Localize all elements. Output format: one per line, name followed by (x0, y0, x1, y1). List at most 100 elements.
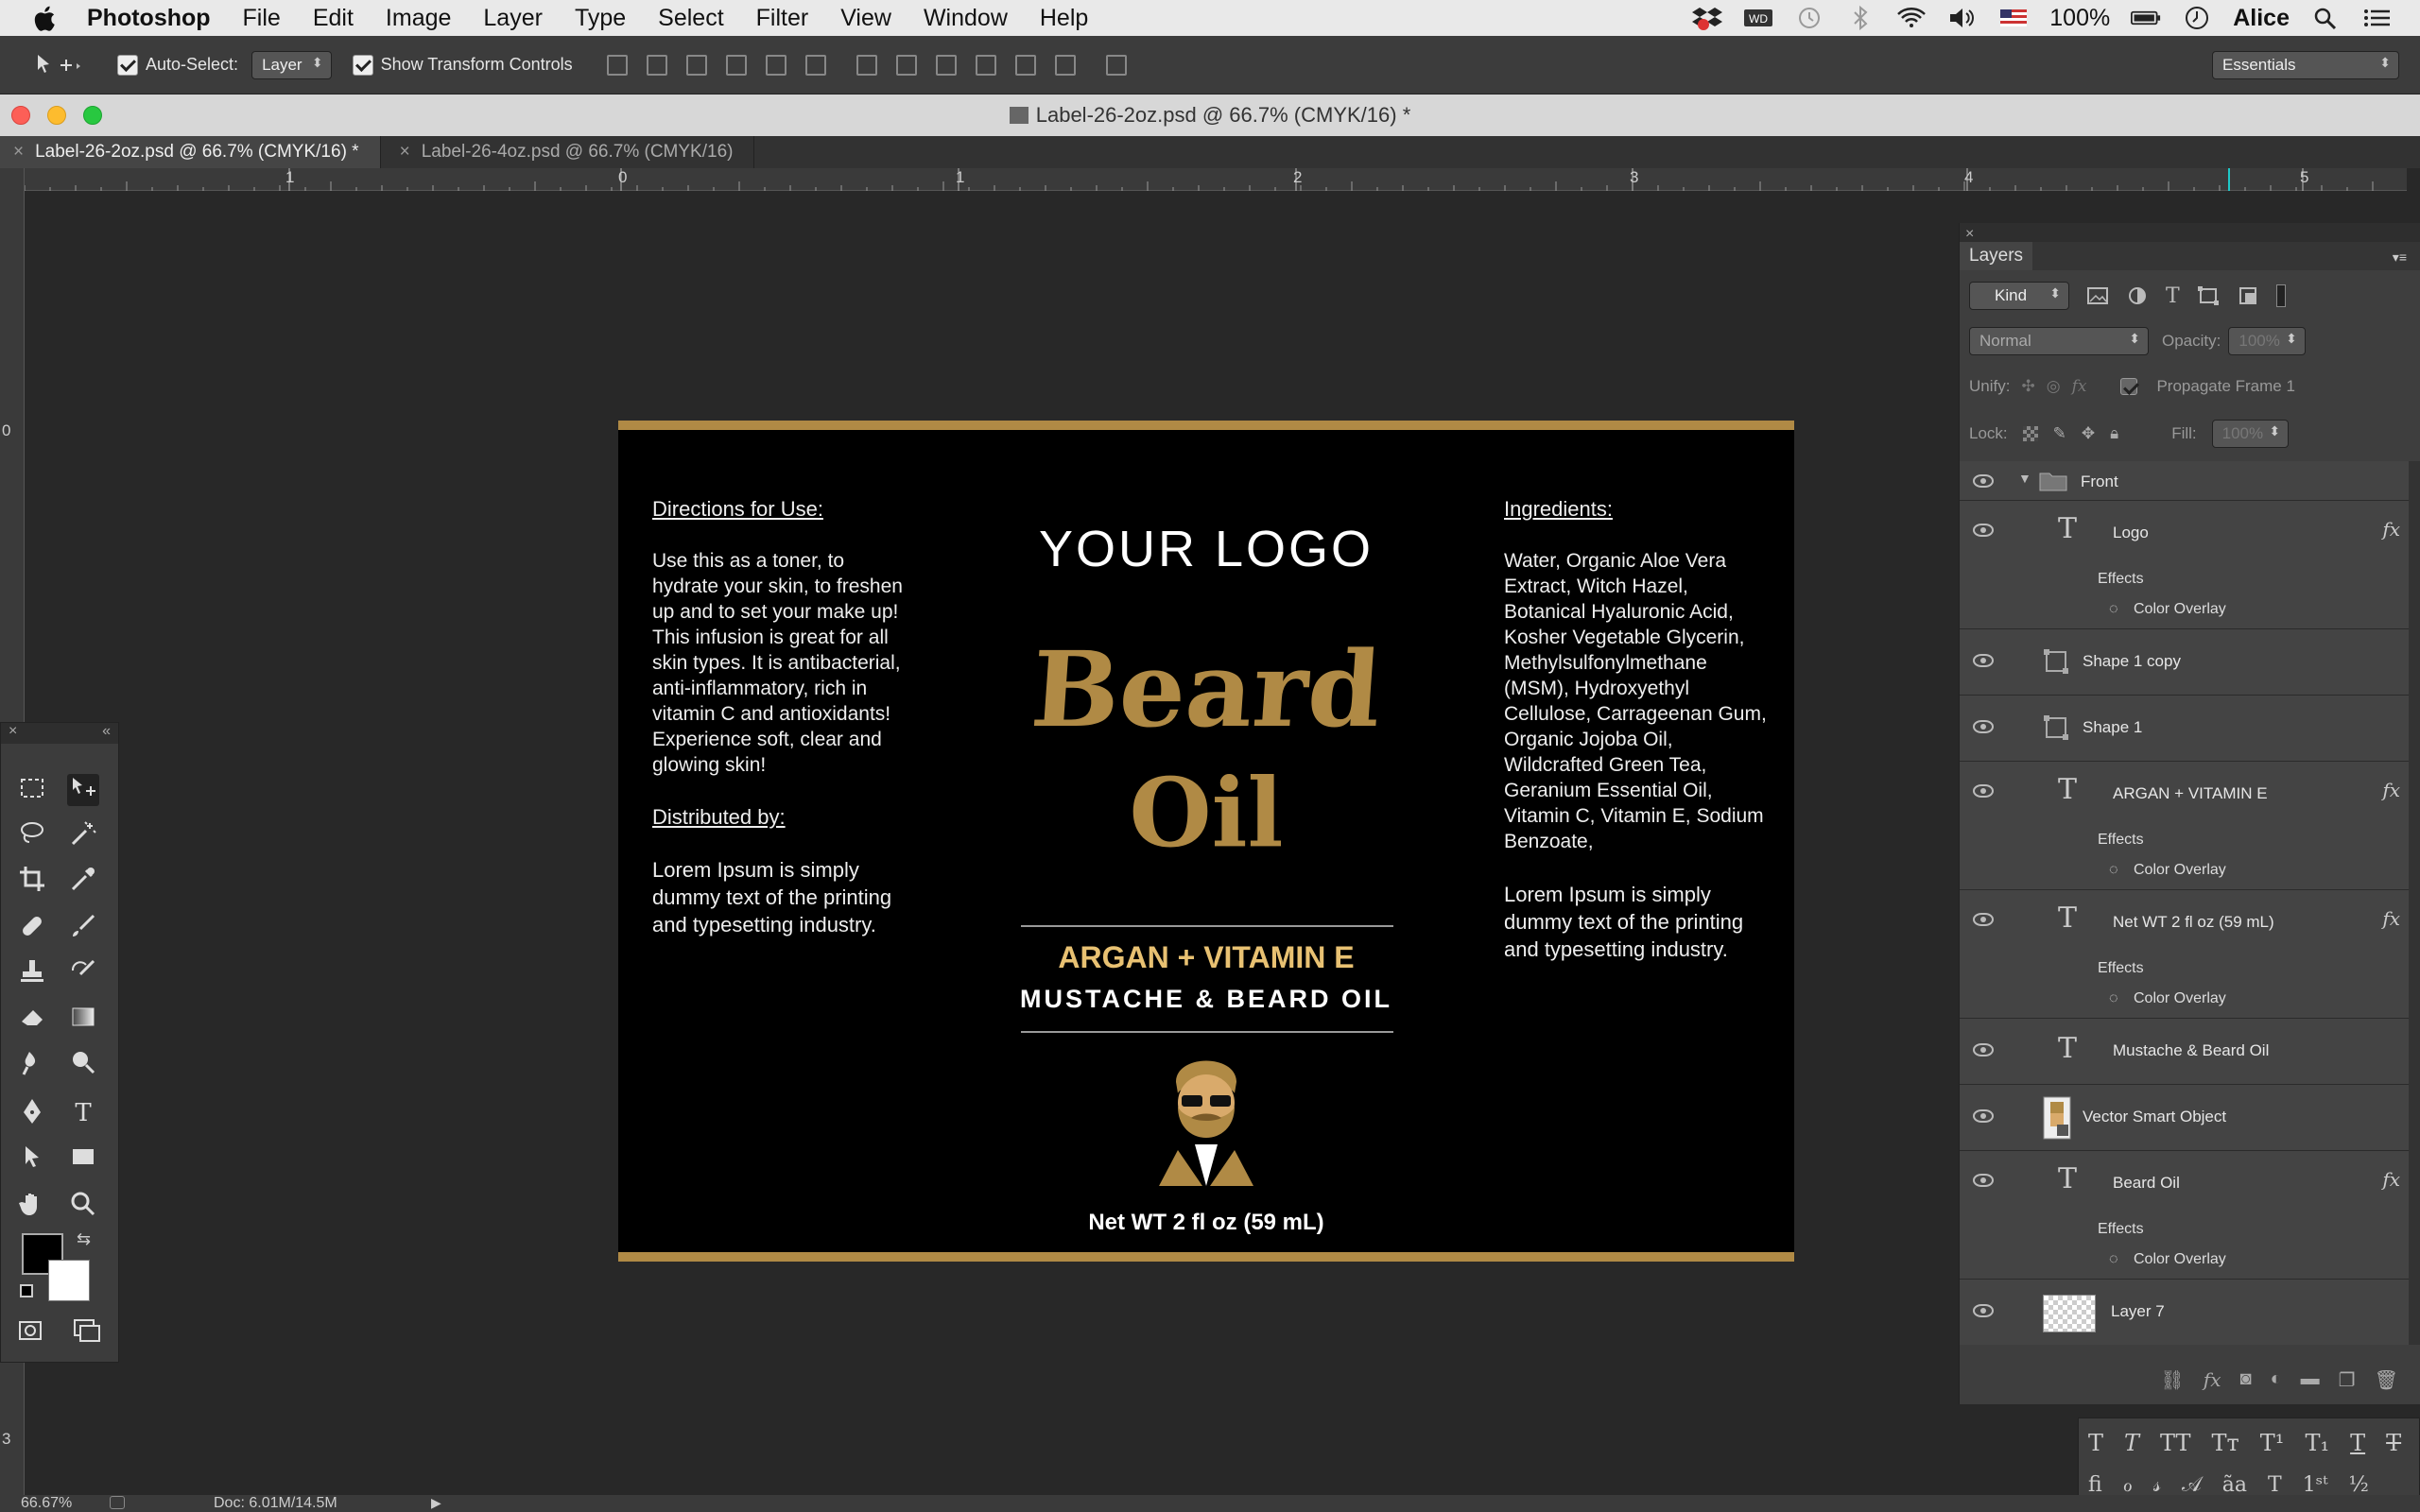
unify-visibility-icon[interactable]: ◎ (2047, 377, 2061, 396)
background-color-swatch[interactable] (48, 1260, 90, 1301)
faux-italic-icon[interactable]: T (2124, 1430, 2139, 1456)
align-bottom-icon[interactable] (685, 54, 707, 76)
magic-wand-tool-icon[interactable] (67, 819, 99, 851)
opacity-input[interactable]: 100% (2228, 327, 2306, 355)
align-right-icon[interactable] (804, 54, 826, 76)
layer-logo[interactable]: T Logo fx Effects ◌ Color Overlay (1960, 501, 2410, 629)
effect-eye-icon[interactable]: ◌ (2109, 862, 2118, 879)
battery-icon[interactable] (2131, 6, 2161, 30)
fx-icon[interactable]: fx (2382, 907, 2400, 930)
auto-select-checkbox[interactable] (117, 54, 138, 76)
marquee-tool-icon[interactable] (16, 774, 48, 806)
layer-net-wt[interactable]: T Net WT 2 fl oz (59 mL) fx Effects ◌ Co… (1960, 890, 2410, 1019)
effect-eye-icon[interactable]: ◌ (2109, 990, 2118, 1007)
close-icon[interactable]: × (9, 723, 17, 739)
ordinals-icon[interactable]: 1ˢᵗ (2303, 1473, 2328, 1497)
blend-mode-dropdown[interactable]: Normal (1969, 327, 2149, 355)
visibility-eye-icon[interactable] (1973, 474, 1994, 488)
clock-icon[interactable] (2182, 6, 2212, 30)
fx-icon[interactable]: fx (2382, 518, 2400, 541)
distribute-top-icon[interactable] (856, 54, 877, 76)
wd-drive-icon[interactable]: WD (1743, 6, 1773, 30)
filter-type-icon[interactable]: T (2166, 284, 2180, 308)
menu-filter[interactable]: Filter (756, 5, 809, 32)
new-layer-icon[interactable]: ❐ (2339, 1368, 2356, 1395)
tab-label-26-2oz[interactable]: × Label-26-2oz.psd @ 66.7% (CMYK/16) * (0, 136, 381, 168)
visibility-eye-icon[interactable] (1973, 1304, 1994, 1317)
align-left-icon[interactable] (725, 54, 747, 76)
minimize-window-button[interactable] (47, 106, 66, 125)
add-mask-icon[interactable]: ◙ (2239, 1368, 2251, 1395)
strikethrough-icon[interactable]: T (2386, 1430, 2401, 1456)
close-window-button[interactable] (11, 106, 30, 125)
pen-tool-icon[interactable] (16, 1097, 48, 1129)
screen-mode-icon[interactable] (71, 1316, 103, 1349)
fx-icon[interactable]: fx (2382, 779, 2400, 801)
tab-layers[interactable]: Layers (1960, 242, 2033, 270)
menu-layer[interactable]: Layer (483, 5, 543, 32)
visibility-eye-icon[interactable] (1973, 654, 1994, 667)
history-brush-tool-icon[interactable] (67, 957, 99, 989)
swap-colors-icon[interactable]: ⇆ (77, 1229, 91, 1249)
volume-icon[interactable] (1947, 6, 1978, 30)
export-icon[interactable] (110, 1496, 125, 1509)
group-expand-arrow-icon[interactable]: ▼ (2018, 471, 2031, 486)
type-tool-icon[interactable]: T (67, 1097, 99, 1129)
titling-icon[interactable]: ãa (2222, 1473, 2247, 1497)
menu-window[interactable]: Window (924, 5, 1008, 32)
layer-beard-oil[interactable]: T Beard Oil fx Effects ◌ Color Overlay (1960, 1151, 2410, 1280)
panel-menu-icon[interactable]: ▾≡ (2383, 246, 2416, 269)
visibility-eye-icon[interactable] (1973, 913, 1994, 926)
lasso-tool-icon[interactable] (16, 819, 48, 851)
layer-mustache-beard-oil[interactable]: T Mustache & Beard Oil (1960, 1019, 2410, 1085)
crop-tool-icon[interactable] (16, 865, 48, 897)
zoom-tool-icon[interactable] (67, 1190, 99, 1222)
status-menu-arrow-icon[interactable]: ▶ (431, 1495, 441, 1511)
filter-toggle-switch[interactable] (2275, 284, 2286, 307)
menu-app[interactable]: Photoshop (87, 5, 211, 32)
apple-icon[interactable] (34, 4, 59, 32)
unify-style-icon[interactable]: fx (2072, 377, 2087, 396)
layer-list-scrollbar[interactable] (2409, 461, 2420, 1345)
fx-icon[interactable]: fx (2382, 1168, 2400, 1191)
filter-adjustment-icon[interactable] (2126, 286, 2149, 305)
lock-position-icon[interactable]: ✥ (2082, 424, 2095, 443)
user-name[interactable]: Alice (2233, 5, 2290, 32)
distribute-bottom-icon[interactable] (935, 54, 957, 76)
time-machine-icon[interactable] (1794, 6, 1824, 30)
healing-brush-tool-icon[interactable] (16, 912, 48, 944)
filter-shape-icon[interactable] (2197, 286, 2220, 305)
effect-eye-icon[interactable]: ◌ (2109, 601, 2118, 618)
layer-vector-smart-object[interactable]: Vector Smart Object (1960, 1085, 2410, 1151)
all-caps-icon[interactable]: TT (2160, 1430, 2190, 1456)
clone-stamp-tool-icon[interactable] (16, 957, 48, 989)
visibility-eye-icon[interactable] (1973, 1109, 1994, 1123)
layer-argan-vitamin-e[interactable]: T ARGAN + VITAMIN E fx Effects ◌ Color O… (1960, 762, 2410, 890)
distribute-hcenter-icon[interactable] (1014, 54, 1036, 76)
menu-image[interactable]: Image (386, 5, 451, 32)
default-colors-icon[interactable] (20, 1284, 33, 1297)
hand-tool-icon[interactable] (16, 1190, 48, 1222)
ligatures-icon[interactable]: ﬁ (2088, 1473, 2102, 1497)
visibility-eye-icon[interactable] (1973, 1043, 1994, 1057)
layer-layer-7[interactable]: Layer 7 (1960, 1280, 2410, 1345)
menu-view[interactable]: View (840, 5, 891, 32)
notification-center-icon[interactable] (2361, 6, 2392, 30)
close-tab-icon[interactable]: × (400, 142, 410, 162)
brush-tool-icon[interactable] (67, 912, 99, 944)
stylistic-alternates-icon[interactable]: 𝓈 (2153, 1473, 2161, 1497)
lock-transparent-icon[interactable] (2022, 426, 2038, 441)
effect-eye-icon[interactable]: ◌ (2109, 1251, 2118, 1268)
transform-controls-checkbox[interactable] (352, 54, 373, 76)
menu-type[interactable]: Type (575, 5, 626, 32)
zoom-level[interactable]: 66.67% (21, 1495, 72, 1512)
spotlight-search-icon[interactable] (2310, 6, 2341, 30)
fractions-icon[interactable]: ½ (2349, 1473, 2369, 1497)
eraser-tool-icon[interactable] (16, 1003, 48, 1035)
move-tool-icon[interactable] (34, 51, 81, 79)
layer-shape-1-copy[interactable]: Shape 1 copy (1960, 629, 2410, 696)
unify-position-icon[interactable]: ✣ (2021, 377, 2034, 396)
filter-pixel-icon[interactable] (2086, 286, 2109, 305)
distribute-left-icon[interactable] (975, 54, 996, 76)
distribute-vcenter-icon[interactable] (895, 54, 917, 76)
